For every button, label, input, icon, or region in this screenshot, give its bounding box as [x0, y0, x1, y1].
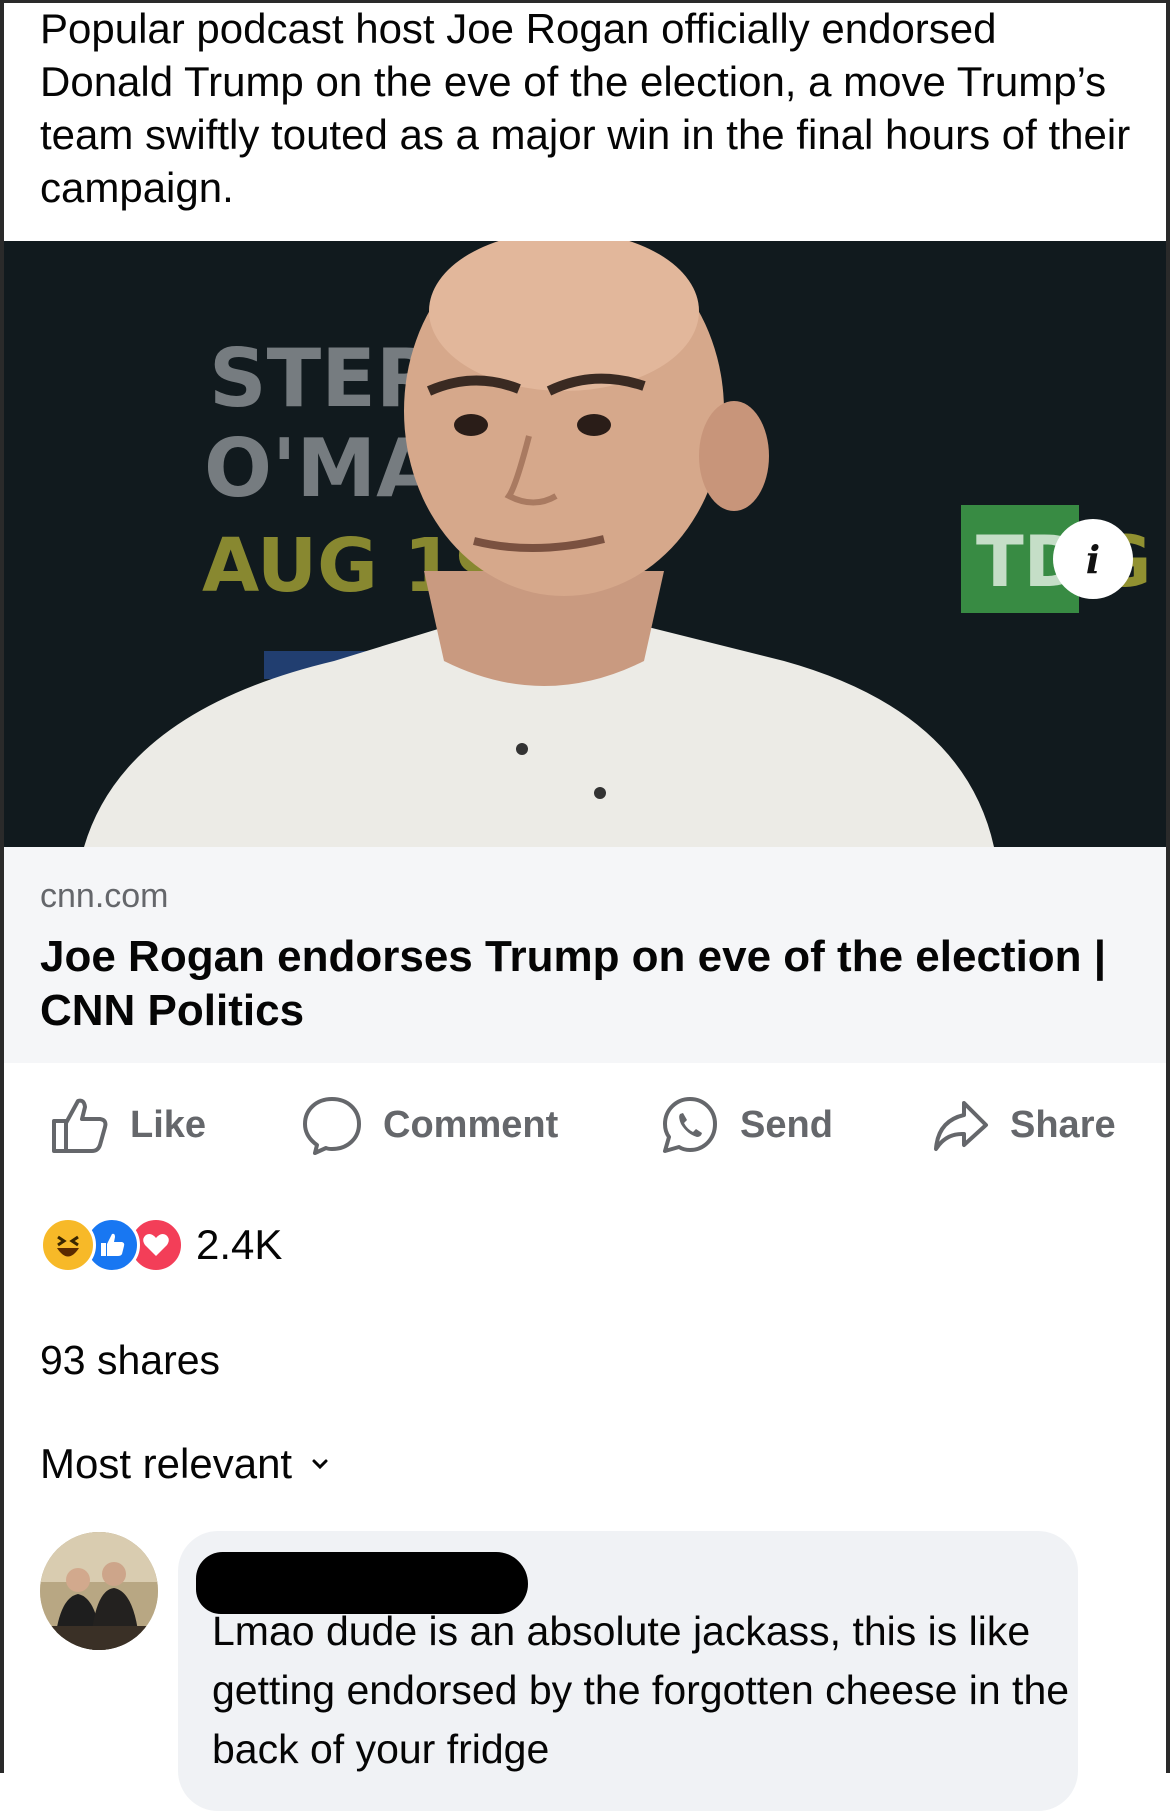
commenter-avatar[interactable] — [40, 1532, 158, 1650]
share-button[interactable]: Share — [930, 1090, 1116, 1160]
post-caption: Popular podcast host Joe Rogan officiall… — [40, 5, 1131, 211]
haha-reaction-icon — [40, 1217, 96, 1273]
post-photo[interactable]: STERL O'MA AUG 19 TD G i — [4, 241, 1166, 847]
info-icon[interactable]: i — [1053, 519, 1133, 599]
sort-label: Most relevant — [40, 1440, 293, 1487]
comment-button[interactable]: Comment — [301, 1090, 558, 1160]
frame-right-border — [1166, 0, 1170, 1773]
whatsapp-icon — [663, 1097, 717, 1153]
like-button[interactable]: Like — [50, 1090, 206, 1160]
link-preview-card[interactable]: cnn.com Joe Rogan endorses Trump on eve … — [4, 847, 1166, 1063]
photo-illustration: STERL O'MA AUG 19 TD G — [4, 241, 1166, 847]
comment-sort-dropdown[interactable]: Most relevant — [40, 1440, 330, 1488]
reaction-summary[interactable]: 2.4K — [40, 1217, 283, 1273]
comment-label: Comment — [383, 1103, 559, 1146]
comment-bubble-icon — [303, 1097, 361, 1155]
sign-text-omal: O'MA — [204, 422, 438, 515]
link-domain: cnn.com — [40, 877, 169, 915]
avatar-photo — [40, 1532, 158, 1650]
send-label: Send — [740, 1103, 833, 1146]
share-label: Share — [1010, 1103, 1116, 1146]
chevron-down-icon — [312, 1459, 328, 1470]
comment-text: Lmao dude is an absolute jackass, this i… — [212, 1608, 1070, 1772]
like-label: Like — [130, 1103, 207, 1146]
post-action-bar: Like Comment Send Share — [0, 1090, 1170, 1160]
send-button[interactable]: Send — [660, 1090, 833, 1160]
link-title[interactable]: Joe Rogan endorses Trump on eve of the e… — [40, 930, 1130, 1038]
reaction-count: 2.4K — [196, 1221, 283, 1268]
shares-count[interactable]: 93 shares — [40, 1337, 220, 1384]
thumbs-up-icon — [52, 1098, 108, 1153]
share-arrow-icon — [934, 1101, 988, 1151]
